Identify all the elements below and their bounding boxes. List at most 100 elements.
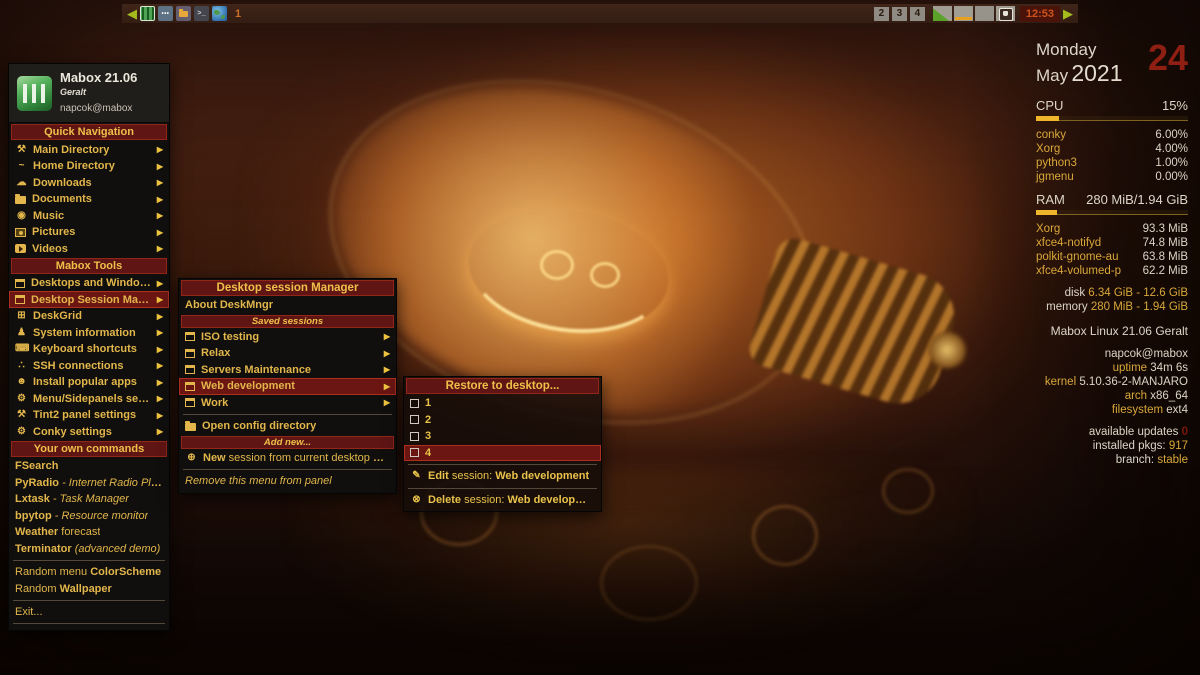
menu-item-home-directory[interactable]: ~Home Directory▶ bbox=[9, 158, 169, 175]
info-line: disk 6.34 GiB - 12.6 GiB bbox=[1036, 286, 1188, 300]
workspace-button-2[interactable]: 2 bbox=[874, 7, 889, 21]
menu-item-pyradio[interactable]: PyRadio - Internet Radio Player bbox=[9, 474, 169, 491]
restore-item-restore-desktop-2[interactable]: 2 bbox=[404, 412, 601, 429]
restore-submenu: Restore to desktop...1234✎Edit session: … bbox=[403, 376, 602, 512]
panel-left-arrow-icon[interactable]: ◀ bbox=[127, 7, 137, 20]
ram-bar bbox=[1036, 210, 1188, 215]
wrench-icon: ⚒ bbox=[15, 410, 28, 420]
menu-item-menu-sidepanels-settings[interactable]: ⚙Menu/Sidepanels settings▶ bbox=[9, 390, 169, 407]
tray-box-orange-bar[interactable] bbox=[954, 6, 973, 21]
menu-title: Mabox 21.06 bbox=[60, 70, 137, 85]
menu-item-videos[interactable]: Videos▶ bbox=[9, 240, 169, 257]
menu-item-label: New session from current desktop as ... bbox=[203, 452, 390, 464]
ghost-icon: ☻ bbox=[15, 377, 28, 387]
menu-item-weather-forecast[interactable]: Weather forecast bbox=[9, 524, 169, 541]
session-item-remove-this-menu-from-panel[interactable]: Remove this menu from panel bbox=[179, 473, 396, 490]
taskbar-window-button[interactable]: 1 bbox=[235, 8, 241, 20]
session-item-open-config-directory[interactable]: Open config directory bbox=[179, 418, 396, 435]
session-item-session-web-development[interactable]: Web development▶ bbox=[179, 378, 396, 395]
ram-usage: 280 MiB/1.94 GiB bbox=[1086, 192, 1188, 207]
process-name: xfce4-notifyd bbox=[1036, 236, 1101, 250]
tux-icon: ♟ bbox=[15, 328, 28, 338]
workspace-button-4[interactable]: 4 bbox=[910, 7, 925, 21]
menu-item-downloads[interactable]: ☁Downloads▶ bbox=[9, 174, 169, 191]
menu-item-conky-settings[interactable]: ⚙Conky settings▶ bbox=[9, 423, 169, 440]
menu-item-label: Music bbox=[33, 210, 64, 222]
submenu-arrow-icon: ▶ bbox=[384, 382, 390, 391]
home-icon: ~ bbox=[15, 161, 28, 171]
menu-item-system-information[interactable]: ♟System information▶ bbox=[9, 324, 169, 341]
menu-separator bbox=[183, 414, 392, 415]
menu-item-deskgrid[interactable]: ⊞DeskGrid▶ bbox=[9, 308, 169, 325]
system-info-lines: napcok@maboxuptime 34m 6skernel 5.10.36-… bbox=[1036, 347, 1188, 417]
menu-header-quick-navigation: Quick Navigation bbox=[11, 124, 167, 140]
process-row: python31.00% bbox=[1036, 156, 1188, 170]
gear-icon: ⚙ bbox=[15, 394, 28, 404]
browser-launcher[interactable] bbox=[212, 6, 227, 21]
menu-item-documents[interactable]: Documents▶ bbox=[9, 191, 169, 208]
menu-item-desktop-session-manager[interactable]: Desktop Session Manager▶ bbox=[9, 291, 169, 308]
info-value: 5.10.36-2-MANJARO bbox=[1079, 376, 1188, 388]
panel-clock[interactable]: 12:53 bbox=[1020, 6, 1060, 22]
menu-item-label: Tint2 panel settings bbox=[33, 409, 136, 421]
restore-item-delete-session-web-development[interactable]: ⊗Delete session: Web development bbox=[404, 492, 601, 509]
menu-item-label: Keyboard shortcuts bbox=[33, 343, 137, 355]
workspace-button-3[interactable]: 3 bbox=[892, 7, 907, 21]
session-item-session-servers-maintenance[interactable]: Servers Maintenance▶ bbox=[179, 362, 396, 379]
terminal-launcher[interactable]: >_ bbox=[194, 6, 209, 21]
info-label: filesystem bbox=[1112, 404, 1166, 416]
menu-item-tint2-panel-settings[interactable]: ⚒Tint2 panel settings▶ bbox=[9, 407, 169, 424]
restore-item-restore-desktop-3[interactable]: 3 bbox=[404, 428, 601, 445]
menu-item-ssh-connections[interactable]: ∴SSH connections▶ bbox=[9, 357, 169, 374]
tray-box-green-corner[interactable] bbox=[933, 6, 952, 21]
tray-box-icon[interactable] bbox=[996, 6, 1015, 21]
session-item-session-relax[interactable]: Relax▶ bbox=[179, 345, 396, 362]
menu-header-mabox-tools: Mabox Tools bbox=[11, 258, 167, 274]
panel-right-arrow-icon[interactable]: ▶ bbox=[1063, 7, 1073, 20]
process-value: 63.8 MiB bbox=[1143, 250, 1188, 264]
menu-item-label: Work bbox=[201, 397, 228, 409]
menu-item-terminator[interactable]: Terminator (advanced demo) bbox=[9, 540, 169, 557]
session-item-session-work[interactable]: Work▶ bbox=[179, 395, 396, 412]
session-item-new-session-from-current-desktop[interactable]: ⊕New session from current desktop as ... bbox=[179, 450, 396, 467]
menu-item-bpytop[interactable]: bpytop - Resource monitor bbox=[9, 507, 169, 524]
menu-item-desktops-and-windows[interactable]: Desktops and Windows▶ bbox=[9, 275, 169, 292]
menu-item-install-popular-apps[interactable]: ☻Install popular apps▶ bbox=[9, 374, 169, 391]
info-value: stable bbox=[1157, 454, 1188, 466]
info-value: 917 bbox=[1169, 440, 1188, 452]
restore-item-restore-desktop-1[interactable]: 1 bbox=[404, 395, 601, 412]
menu-item-music[interactable]: ◉Music▶ bbox=[9, 207, 169, 224]
process-name: conky bbox=[1036, 128, 1066, 142]
submenu-arrow-icon: ▶ bbox=[384, 332, 390, 341]
restore-item-edit-session-web-development[interactable]: ✎Edit session: Web development bbox=[404, 468, 601, 485]
session-item-about-deskmngr[interactable]: About DeskMngr bbox=[179, 297, 396, 314]
menu-item-exit[interactable]: Exit... bbox=[9, 604, 169, 621]
process-value: 93.3 MiB bbox=[1143, 222, 1188, 236]
menu-item-main-directory[interactable]: ⚒Main Directory▶ bbox=[9, 141, 169, 158]
session-item-session-iso-testing[interactable]: ISO testing ▶ bbox=[179, 329, 396, 346]
menu-item-fsearch[interactable]: FSearch bbox=[9, 458, 169, 475]
menu-item-random-menu-colorscheme[interactable]: Random menu ColorScheme bbox=[9, 564, 169, 581]
restore-item-restore-desktop-4[interactable]: 4 bbox=[404, 445, 601, 462]
cpu-bar bbox=[1036, 116, 1188, 121]
menu-item-lxtask[interactable]: Lxtask - Task Manager bbox=[9, 491, 169, 508]
submenu-arrow-icon: ▶ bbox=[157, 195, 163, 204]
menu-item-label: ISO testing bbox=[201, 331, 259, 343]
mabox-menu-launcher[interactable] bbox=[140, 6, 155, 21]
file-manager-launcher[interactable] bbox=[176, 6, 191, 21]
menu-item-label: Servers Maintenance bbox=[201, 364, 311, 376]
info-line: napcok@mabox bbox=[1036, 347, 1188, 361]
panel-launchers: ••• >_ bbox=[140, 6, 227, 21]
info-value: 280 MiB - 1.94 GiB bbox=[1091, 301, 1188, 313]
menu-header-add-new: Add new... bbox=[181, 436, 394, 449]
info-line: uptime 34m 6s bbox=[1036, 361, 1188, 375]
menu-item-keyboard-shortcuts[interactable]: ⌨Keyboard shortcuts▶ bbox=[9, 341, 169, 358]
menu-item-label: Downloads bbox=[33, 177, 92, 189]
tray-box-plain[interactable] bbox=[975, 6, 994, 21]
menu-separator bbox=[183, 469, 392, 470]
menu-item-random-wallpaper[interactable]: Random Wallpaper bbox=[9, 580, 169, 597]
window-icon bbox=[185, 349, 195, 358]
menu-item-pictures[interactable]: Pictures▶ bbox=[9, 224, 169, 241]
menu-item-label: Delete session: Web development bbox=[428, 494, 595, 506]
apps-launcher[interactable]: ••• bbox=[158, 6, 173, 21]
